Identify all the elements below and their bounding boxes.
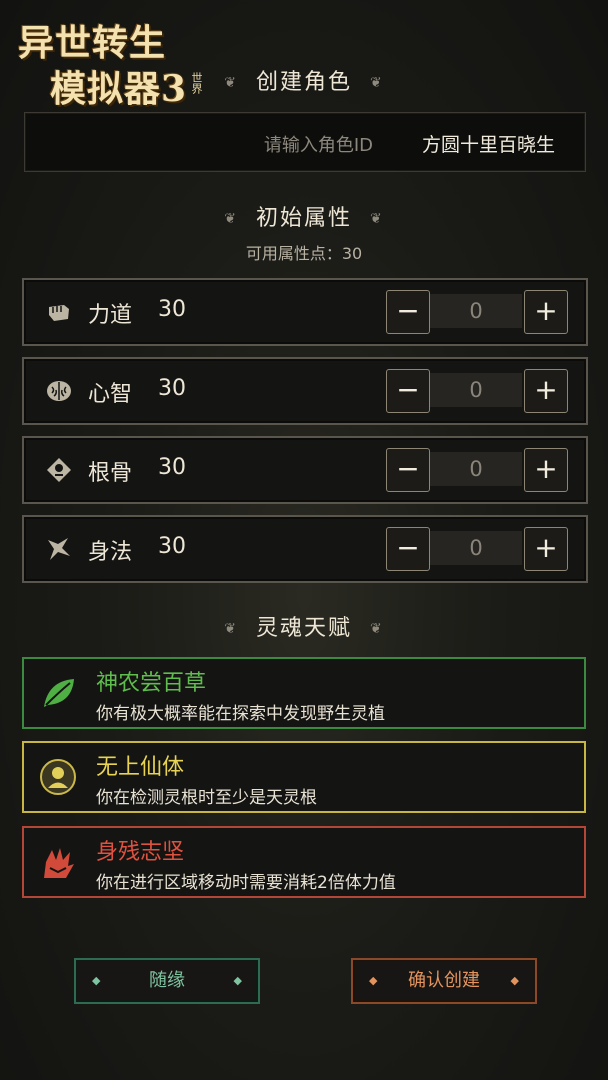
added-points-value: 0 [430, 531, 522, 565]
ornament-left-icon: ❦ [224, 75, 238, 91]
ornament-left-icon: ❦ [224, 211, 238, 227]
ornament-left-icon: ❦ [224, 621, 238, 637]
decrease-button[interactable]: − [386, 448, 430, 492]
talent-name: 无上仙体 [96, 755, 185, 780]
character-id-input[interactable]: 请输入角色ID 方圆十里百晓生 [24, 112, 586, 172]
talent-card[interactable]: 身残志坚 你在进行区域移动时需要消耗2倍体力值 [22, 826, 586, 898]
talent-description: 你在检测灵根时至少是天灵根 [96, 788, 317, 808]
diamond-icon: ◆ [92, 974, 101, 987]
attribute-row-strength: 力道 30 − 0 + [22, 278, 588, 346]
attribute-value: 30 [158, 455, 186, 480]
diamond-icon: ◆ [369, 974, 378, 987]
added-points-value: 0 [430, 452, 522, 486]
attribute-name: 心智 [88, 382, 133, 407]
attribute-row-constitution: 根骨 30 − 0 + [22, 436, 588, 504]
create-character-heading: ❦ 创建角色 ❦ [0, 64, 608, 96]
talent-description: 你有极大概率能在探索中发现野生灵植 [96, 704, 385, 724]
initial-attributes-heading: ❦ 初始属性 ❦ [0, 200, 608, 232]
ornament-right-icon: ❦ [370, 211, 384, 227]
talent-description: 你在进行区域移动时需要消耗2倍体力值 [96, 873, 396, 893]
added-points-value: 0 [430, 373, 522, 407]
confirm-create-button-label: 确认创建 [408, 970, 480, 991]
attribute-stepper: − 0 + [386, 448, 568, 492]
increase-button[interactable]: + [524, 448, 568, 492]
create-character-title: 创建角色 [255, 70, 352, 95]
attribute-stepper: − 0 + [386, 369, 568, 413]
increase-button[interactable]: + [524, 369, 568, 413]
talent-card[interactable]: 无上仙体 你在检测灵根时至少是天灵根 [22, 741, 586, 813]
crippled-hand-icon [38, 842, 78, 882]
brain-icon [44, 376, 74, 406]
talent-card[interactable]: 神农尝百草 你有极大概率能在探索中发现野生灵植 [22, 657, 586, 729]
character-id-placeholder: 请输入角色ID [263, 135, 373, 156]
leaf-icon [38, 673, 78, 713]
random-button[interactable]: ◆ 随缘 ◆ [74, 958, 260, 1004]
attribute-value: 30 [158, 534, 186, 559]
attribute-value: 30 [158, 376, 186, 401]
ornament-right-icon: ❦ [370, 621, 384, 637]
talent-name: 身残志坚 [96, 840, 185, 865]
added-points-value: 0 [430, 294, 522, 328]
attribute-stepper: − 0 + [386, 527, 568, 571]
diamond-icon: ◆ [510, 974, 519, 987]
fist-icon [44, 297, 74, 327]
bone-icon [44, 455, 74, 485]
available-points-label: 可用属性点：30 [245, 244, 363, 263]
character-id-value: 方圆十里百晓生 [421, 134, 555, 156]
increase-button[interactable]: + [524, 290, 568, 334]
initial-attributes-title: 初始属性 [255, 206, 352, 231]
soul-talents-heading: ❦ 灵魂天赋 ❦ [0, 610, 608, 642]
attribute-row-agility: 身法 30 − 0 + [22, 515, 588, 583]
attribute-value: 30 [158, 297, 186, 322]
confirm-create-button[interactable]: ◆ 确认创建 ◆ [351, 958, 537, 1004]
attribute-row-mind: 心智 30 − 0 + [22, 357, 588, 425]
attribute-name: 根骨 [88, 461, 133, 486]
soul-talents-title: 灵魂天赋 [255, 616, 352, 641]
logo-line-1: 异世转生 [18, 22, 167, 64]
attribute-stepper: − 0 + [386, 290, 568, 334]
attribute-name: 力道 [88, 303, 133, 328]
decrease-button[interactable]: − [386, 527, 430, 571]
attribute-name: 身法 [88, 540, 133, 565]
increase-button[interactable]: + [524, 527, 568, 571]
agility-icon [44, 534, 74, 564]
diamond-icon: ◆ [233, 974, 242, 987]
ornament-right-icon: ❦ [370, 75, 384, 91]
talent-name: 神农尝百草 [96, 671, 207, 696]
random-button-label: 随缘 [149, 970, 185, 991]
decrease-button[interactable]: − [386, 369, 430, 413]
decrease-button[interactable]: − [386, 290, 430, 334]
immortal-body-icon [38, 757, 78, 797]
